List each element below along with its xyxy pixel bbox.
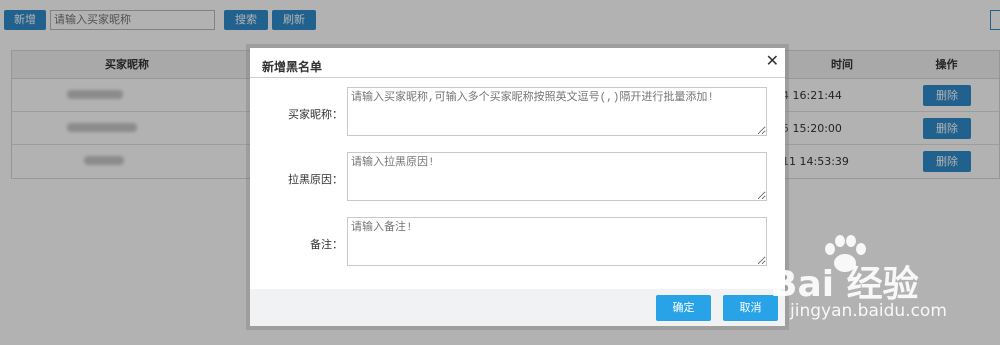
watermark-brand: Bai 经验 [770, 264, 919, 305]
block-reason-textarea[interactable] [347, 152, 767, 201]
buyer-nickname-textarea[interactable] [347, 87, 767, 136]
watermark: Bai 经验 jingyan.baidu.com [770, 235, 995, 330]
watermark-url: jingyan.baidu.com [790, 301, 947, 321]
remark-textarea[interactable] [347, 217, 767, 266]
confirm-button[interactable]: 确定 [656, 295, 711, 321]
dialog-divider [250, 77, 785, 78]
buyer-nickname-label: 买家昵称： [288, 108, 343, 121]
dialog-title: 新增黑名单 [262, 60, 323, 74]
dialog-footer: 确定 取消 [250, 289, 785, 326]
add-blacklist-dialog: 新增黑名单 ✕ 买家昵称： 拉黑原因： 备注： 确定 取消 [250, 48, 785, 326]
close-icon[interactable]: ✕ [766, 53, 779, 69]
remark-label: 备注： [310, 238, 343, 251]
block-reason-label: 拉黑原因： [288, 173, 343, 186]
